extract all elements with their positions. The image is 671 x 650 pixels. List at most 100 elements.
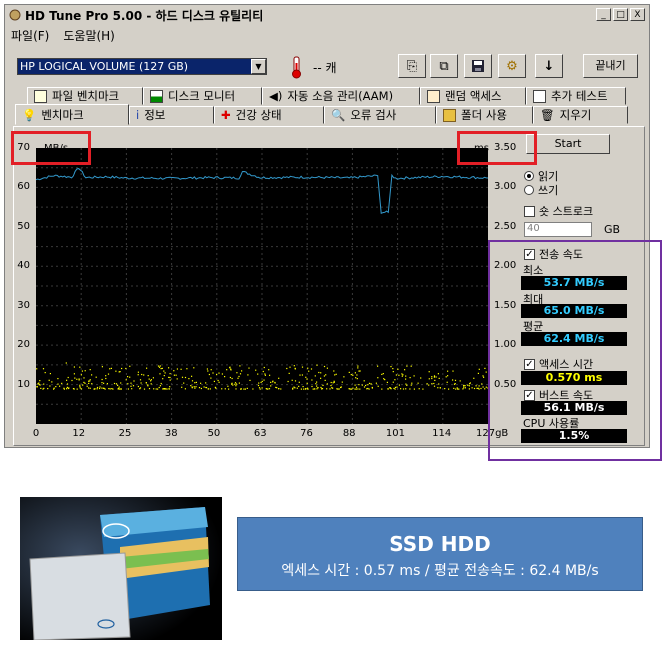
access-time-point [311, 379, 313, 381]
access-time-point [188, 378, 190, 380]
tab-disk-monitor[interactable]: 디스크 모니터 [143, 87, 262, 105]
short-stroke-checkbox[interactable] [524, 205, 535, 217]
access-time-point [333, 381, 335, 383]
access-time-point [484, 388, 486, 390]
access-time-point [330, 385, 332, 387]
access-time-point [235, 383, 238, 385]
save-button[interactable] [464, 54, 492, 78]
access-time-point [130, 385, 132, 387]
access-time-point [350, 374, 352, 376]
tab-benchmark[interactable]: 💡 벤치마크 [15, 104, 129, 125]
access-time-point [83, 381, 85, 383]
copy-screenshot-button[interactable]: ⧉ [430, 54, 458, 78]
access-time-point [161, 367, 163, 369]
short-stroke-unit: GB [604, 223, 621, 236]
access-time-point [205, 386, 207, 389]
tab-error-scan[interactable]: 🔍 오류 검사 [324, 106, 436, 124]
access-time-point [286, 367, 288, 370]
chevron-down-icon[interactable]: ▼ [251, 59, 266, 74]
access-time-point [139, 379, 142, 381]
access-time-point [67, 376, 69, 379]
short-stroke-spinner[interactable]: 40 [524, 222, 592, 237]
access-time-point [404, 369, 406, 371]
exit-button[interactable]: 끝내기 [583, 54, 638, 78]
access-time-point [143, 388, 146, 390]
access-time-point [392, 371, 394, 373]
access-time-point [150, 383, 152, 385]
access-time-point [238, 375, 240, 378]
access-time-point [235, 385, 237, 387]
info-subtitle: 엑세스 시간 : 0.57 ms / 평균 전송속도 : 62.4 MB/s [281, 563, 599, 579]
download-button[interactable]: ↓ [535, 54, 563, 78]
access-time-point [159, 373, 161, 375]
y-tick-label: 20 [17, 339, 30, 351]
access-time-point [141, 373, 143, 376]
access-time-point [125, 367, 127, 370]
access-time-point [120, 382, 122, 384]
access-time-point [210, 377, 212, 379]
minimize-button[interactable]: _ [596, 8, 611, 21]
access-time-point [239, 373, 242, 375]
tab-health[interactable]: ✚ 건강 상태 [214, 106, 324, 124]
access-time-point [355, 377, 357, 379]
x-tick-label: 50 [207, 428, 221, 439]
access-time-point [333, 370, 335, 372]
access-time-point [462, 388, 464, 390]
access-time-point [392, 381, 394, 383]
short-stroke-option[interactable]: 숏 스트로크 [524, 203, 593, 219]
x-tick-label: 63 [253, 428, 267, 439]
tab-extra-tests[interactable]: 추가 테스트 [526, 87, 626, 105]
access-time-point [477, 372, 479, 374]
menu-help[interactable]: 도움말(H) [63, 27, 115, 44]
access-time-point [205, 382, 207, 384]
access-time-point [165, 388, 167, 390]
access-time-point [127, 383, 129, 385]
maximize-button[interactable]: □ [613, 8, 628, 21]
title-bar[interactable]: HD Tune Pro 5.00 - 하드 디스크 유틸리티 _ □ X [5, 5, 649, 25]
tab-erase[interactable]: 🗑 지우기 [533, 106, 628, 124]
tab-folder-usage[interactable]: 폴더 사용 [436, 106, 533, 124]
access-time-point [94, 388, 96, 390]
access-time-point [117, 388, 119, 390]
tab-file-benchmark[interactable]: 파일 벤치마크 [27, 87, 143, 105]
tab-info[interactable]: ⅰ 정보 [129, 106, 214, 124]
access-time-point [348, 388, 350, 390]
menu-file[interactable]: 파일(F) [11, 27, 49, 44]
options-button[interactable]: ⚙ [498, 54, 526, 78]
access-time-point [159, 385, 161, 387]
close-button[interactable]: X [630, 8, 645, 21]
access-time-point [79, 387, 81, 389]
write-radio[interactable] [524, 185, 534, 195]
access-time-point [84, 382, 86, 384]
tab-label: 정보 [144, 108, 166, 122]
access-time-point [400, 388, 402, 390]
access-time-point [157, 365, 160, 367]
highlight-ms-unit [457, 131, 537, 165]
highlight-mbs-unit [11, 131, 91, 165]
x-tick-label: 114 [432, 428, 452, 439]
access-time-point [173, 374, 175, 376]
access-time-point [329, 388, 331, 390]
x-tick-label: 101 [385, 428, 405, 439]
access-time-point [405, 378, 407, 380]
temperature-readout: -- 캐 [313, 61, 337, 75]
access-time-point [209, 388, 211, 390]
access-time-point [132, 385, 135, 387]
access-time-point [127, 388, 129, 390]
access-time-point [260, 381, 262, 383]
read-radio[interactable] [524, 171, 534, 181]
access-time-point [241, 370, 243, 372]
access-time-point [331, 387, 333, 389]
start-button[interactable]: Start [526, 134, 610, 154]
access-time-point [464, 385, 466, 387]
tab-random-access[interactable]: 랜덤 액세스 [420, 87, 526, 105]
copy-text-button[interactable]: ⎘ [398, 54, 426, 78]
access-time-point [186, 368, 188, 370]
access-time-point [377, 365, 379, 367]
access-time-point [298, 385, 300, 387]
access-time-point [392, 368, 394, 370]
access-time-point [323, 375, 325, 377]
tab-aam[interactable]: ◀) 자동 소음 관리(AAM) [262, 87, 420, 105]
drive-select[interactable]: HP LOGICAL VOLUME (127 GB) ▼ [17, 58, 267, 75]
write-option[interactable]: 쓰기 [524, 182, 558, 198]
